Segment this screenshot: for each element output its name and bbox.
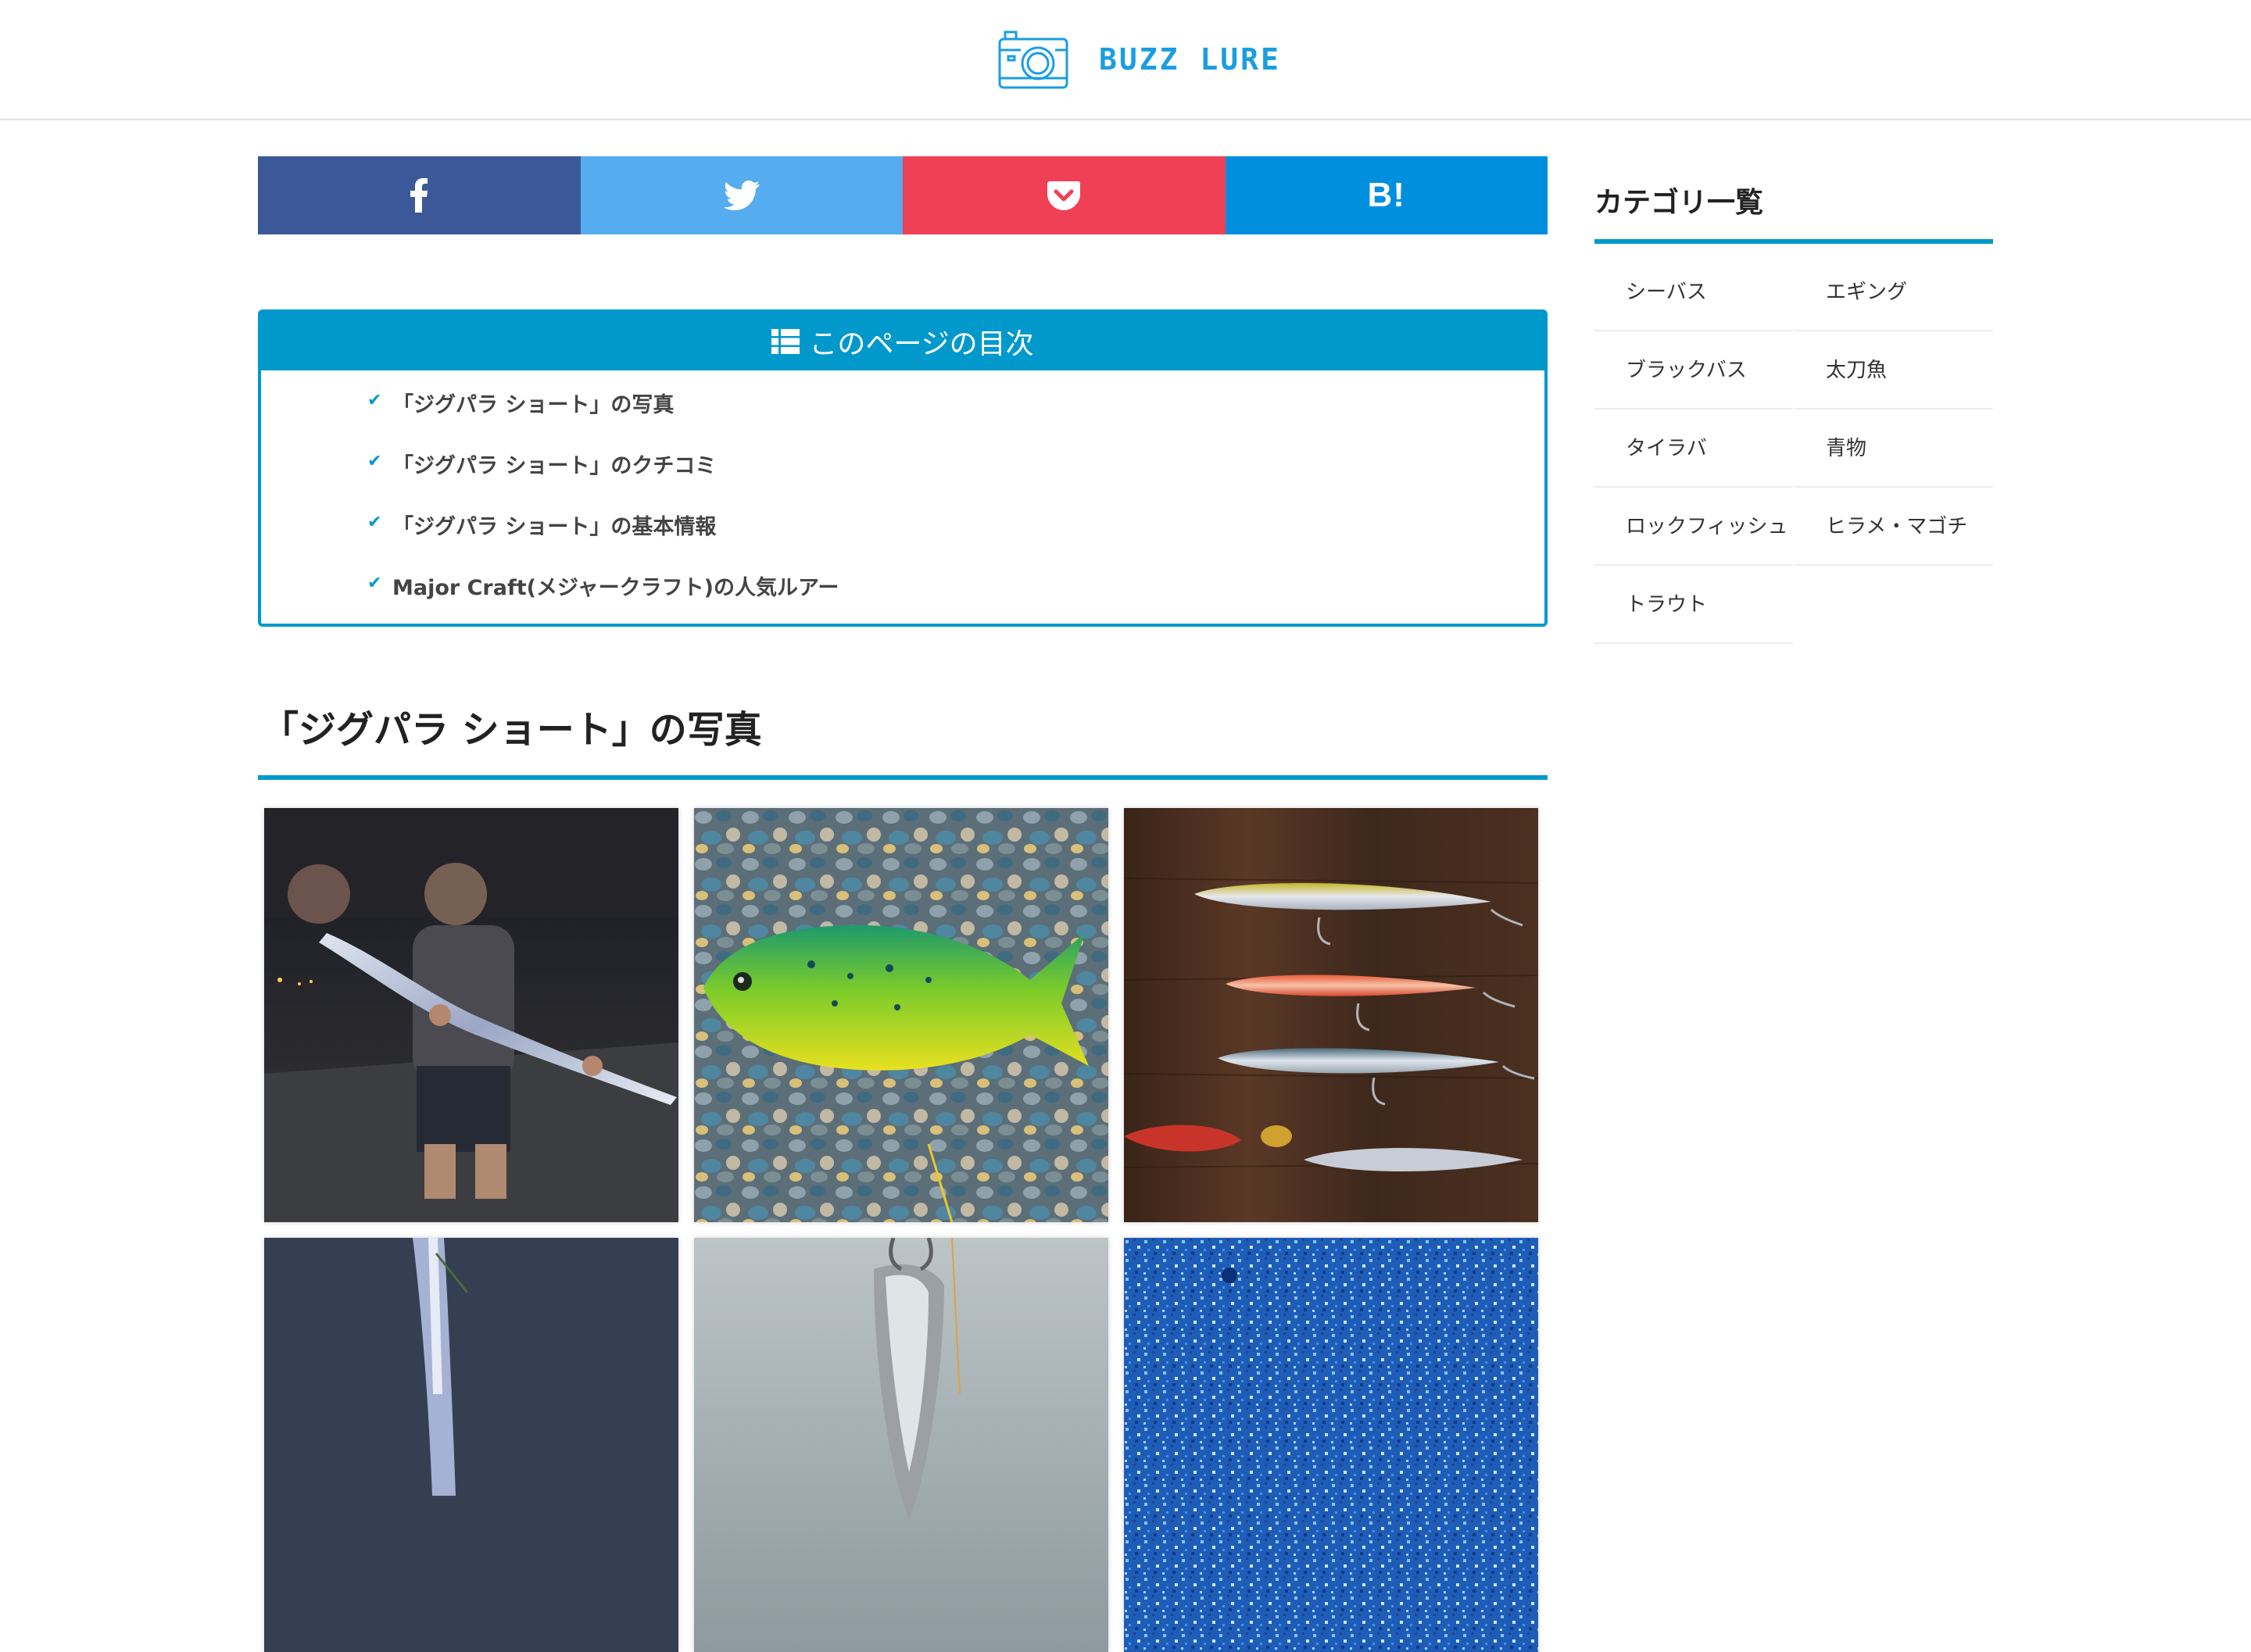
toc-item-reviews[interactable]: ✔ 「ジグパラ ショート」のクチコミ xyxy=(367,449,839,510)
category-list-title: カテゴリ一覧 xyxy=(1594,172,1993,244)
photo-lures-on-wood xyxy=(1124,808,1538,1222)
category-item-tairaba[interactable]: タイラバ xyxy=(1594,409,1793,488)
twitter-share-button[interactable] xyxy=(580,156,903,234)
toc-item-popular-lures[interactable]: ✔ Major Craft(メジャークラフト)の人気ルアー xyxy=(367,570,839,631)
site-logo[interactable]: BUZZ LURE xyxy=(997,28,1281,91)
toc-header: このページの目次 xyxy=(261,313,1544,370)
category-list: シーバス エギング ブラックバス 太刀魚 タイラバ 青物 ロックフィッシュ ヒラ… xyxy=(1594,253,1993,644)
section-title: 「ジグパラ ショート」の写真 xyxy=(261,708,762,752)
toc-item-label: 「ジグパラ ショート」の写真 xyxy=(392,393,675,417)
category-item-rockfish[interactable]: ロックフィッシュ xyxy=(1594,488,1793,566)
gallery-photo[interactable] xyxy=(264,808,678,1222)
photo-angler-ribbonfish xyxy=(264,808,678,1222)
site-header: BUZZ LURE xyxy=(0,0,2251,120)
category-item-aomono[interactable]: 青物 xyxy=(1795,409,1993,488)
category-item-blackbass[interactable]: ブラックバス xyxy=(1594,331,1793,409)
toc-item-basic-info[interactable]: ✔ 「ジグパラ ショート」の基本情報 xyxy=(367,510,839,570)
hatena-label: B! xyxy=(1367,176,1405,214)
sidebar: カテゴリ一覧 シーバス エギング ブラックバス 太刀魚 タイラバ 青物 ロックフ… xyxy=(1594,172,1993,644)
toc-list: ✔ 「ジグパラ ショート」の写真 ✔ 「ジグパラ ショート」のクチコミ ✔ 「ジ… xyxy=(367,388,839,631)
share-bar: B! xyxy=(258,156,1548,234)
gallery-photo[interactable] xyxy=(1124,1238,1538,1652)
photo-mahi-mahi-on-pebbles xyxy=(694,808,1108,1222)
category-item-seabass[interactable]: シーバス xyxy=(1594,253,1793,331)
gallery-photo[interactable] xyxy=(264,1238,678,1652)
check-icon: ✔ xyxy=(367,452,382,471)
toc-title: このページの目次 xyxy=(809,328,1034,360)
facebook-share-button[interactable] xyxy=(258,156,581,234)
pocket-icon xyxy=(1047,181,1081,210)
photo-fish-on-hook xyxy=(694,1238,1108,1652)
check-icon: ✔ xyxy=(367,574,382,593)
toc-item-label: 「ジグパラ ショート」のクチコミ xyxy=(392,454,717,478)
table-of-contents: このページの目次 ✔ 「ジグパラ ショート」の写真 ✔ 「ジグパラ ショート」の… xyxy=(258,309,1548,627)
camera-icon xyxy=(998,30,1068,89)
hatena-bookmark-button[interactable]: B! xyxy=(1225,156,1548,234)
toc-item-photos[interactable]: ✔ 「ジグパラ ショート」の写真 xyxy=(367,388,839,449)
category-item-eging[interactable]: エギング xyxy=(1795,253,1993,331)
list-icon xyxy=(771,329,800,354)
photos-section-heading: 「ジグパラ ショート」の写真 xyxy=(258,694,1548,780)
gallery-photo[interactable] xyxy=(694,808,1108,1222)
facebook-icon xyxy=(410,178,428,213)
check-icon: ✔ xyxy=(367,513,382,532)
photo-ribbonfish-ground xyxy=(264,1238,678,1652)
category-item-tachiuo[interactable]: 太刀魚 xyxy=(1795,331,1993,409)
photo-blue-glitter xyxy=(1124,1238,1538,1652)
category-item-trout[interactable]: トラウト xyxy=(1594,566,1793,644)
gallery-photo[interactable] xyxy=(694,1238,1108,1652)
check-icon: ✔ xyxy=(367,391,382,410)
toc-item-label: 「ジグパラ ショート」の基本情報 xyxy=(392,515,717,539)
gallery-photo[interactable] xyxy=(1124,808,1538,1222)
site-title: BUZZ LURE xyxy=(1099,42,1281,77)
category-item-hirame-magochi[interactable]: ヒラメ・マゴチ xyxy=(1795,488,1993,566)
twitter-icon xyxy=(723,181,760,210)
pocket-share-button[interactable] xyxy=(903,156,1226,234)
toc-item-label: Major Craft(メジャークラフト)の人気ルアー xyxy=(392,576,839,600)
